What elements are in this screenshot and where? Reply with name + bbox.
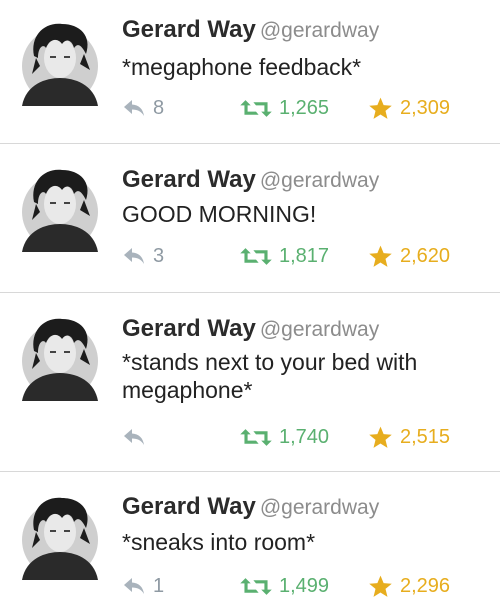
tweet-header: Gerard Way @gerardway [122, 166, 379, 194]
tweet-text: GOOD MORNING! [122, 201, 317, 227]
avatar[interactable] [16, 164, 104, 252]
author-handle[interactable]: @gerardway [260, 169, 379, 192]
favorite-button[interactable]: 2,620 [368, 242, 450, 270]
retweet-button[interactable]: 1,740 [240, 423, 329, 451]
retweet-button[interactable]: 1,499 [240, 572, 329, 600]
reply-count: 3 [153, 244, 165, 267]
author-handle[interactable]: @gerardway [260, 19, 379, 42]
retweet-count: 1,817 [279, 244, 330, 267]
avatar[interactable] [16, 313, 104, 401]
tweet-header: Gerard Way @gerardway [122, 315, 379, 343]
favorite-button[interactable]: 2,515 [368, 423, 450, 451]
reply-count: 1 [153, 574, 165, 597]
retweet-icon [240, 427, 272, 448]
retweet-count: 1,740 [279, 425, 330, 448]
tweet-actions: 1,740 2,515 [0, 423, 500, 451]
tweet-header: Gerard Way @gerardway [122, 493, 379, 521]
author-name[interactable]: Gerard Way [122, 166, 256, 193]
star-icon [368, 96, 393, 121]
reply-button[interactable]: 3 [122, 242, 164, 270]
tweet-card[interactable]: Gerard Way @gerardway *sneaks into room* … [0, 472, 500, 615]
author-name[interactable]: Gerard Way [122, 16, 256, 43]
reply-button[interactable]: 8 [122, 94, 164, 122]
reply-arrow-icon [122, 98, 146, 118]
tweet-text: *sneaks into room* [122, 529, 316, 555]
author-name[interactable]: Gerard Way [122, 315, 256, 342]
retweet-icon [240, 246, 272, 267]
reply-button[interactable]: 1 [122, 572, 164, 600]
star-icon [368, 574, 393, 599]
tweet-card[interactable]: Gerard Way @gerardway *stands next to you… [0, 293, 500, 471]
tweet-card[interactable]: Gerard Way @gerardway GOOD MORNING! 3 1,8… [0, 144, 500, 292]
tweet-card[interactable]: Gerard Way @gerardway *megaphone feedback… [0, 0, 500, 144]
author-handle[interactable]: @gerardway [260, 496, 379, 519]
tweet-header: Gerard Way @gerardway [122, 16, 379, 44]
favorite-button[interactable]: 2,309 [368, 94, 450, 122]
favorite-count: 2,620 [400, 244, 451, 267]
tweet-actions: 3 1,817 2,620 [0, 242, 500, 270]
tweet-text: *megaphone feedback* [122, 54, 362, 80]
author-handle[interactable]: @gerardway [260, 318, 379, 341]
favorite-button[interactable]: 2,296 [368, 572, 450, 600]
author-name[interactable]: Gerard Way [122, 493, 256, 520]
retweet-count: 1,499 [279, 574, 330, 597]
reply-arrow-icon [122, 576, 146, 596]
favorite-count: 2,309 [400, 96, 451, 119]
star-icon [368, 425, 393, 450]
favorite-count: 2,515 [400, 425, 451, 448]
reply-arrow-icon [122, 427, 146, 447]
star-icon [368, 244, 393, 269]
tweet-text: *stands next to your bed with megaphone* [122, 349, 418, 403]
tweet-actions: 8 1,265 2,309 [0, 94, 500, 122]
retweet-icon [240, 98, 272, 119]
avatar[interactable] [16, 18, 104, 106]
avatar[interactable] [16, 492, 104, 580]
favorite-count: 2,296 [400, 574, 451, 597]
retweet-icon [240, 576, 272, 597]
tweet-actions: 1 1,499 2,296 [0, 572, 500, 600]
retweet-button[interactable]: 1,817 [240, 242, 329, 270]
reply-arrow-icon [122, 246, 146, 266]
reply-count: 8 [153, 96, 165, 119]
retweet-count: 1,265 [279, 96, 330, 119]
reply-button[interactable] [122, 423, 153, 451]
retweet-button[interactable]: 1,265 [240, 94, 329, 122]
